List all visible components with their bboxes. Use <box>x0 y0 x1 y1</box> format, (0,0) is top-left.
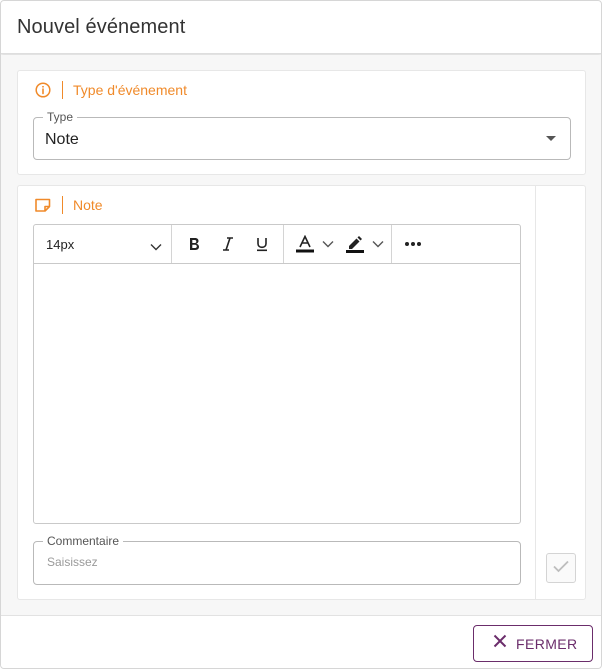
close-icon <box>493 634 507 653</box>
format-group <box>172 225 284 263</box>
type-select[interactable]: Type Note <box>33 110 571 160</box>
font-size-select[interactable]: 14px <box>34 225 172 263</box>
note-section-header: Note <box>34 195 103 215</box>
note-icon <box>34 196 52 214</box>
event-type-card: Type d'événement Type Note <box>17 70 586 175</box>
note-side-panel <box>535 185 586 600</box>
more-options-icon[interactable] <box>401 233 425 255</box>
validate-button[interactable] <box>546 553 576 583</box>
more-group <box>392 225 432 263</box>
dialog-body: Type d'événement Type Note Note 14px Com… <box>1 55 601 615</box>
new-event-dialog: Nouvel événement Type d'événement Type N… <box>0 0 602 669</box>
note-section-label: Note <box>73 197 103 213</box>
comment-field[interactable]: Commentaire Saisissez <box>33 534 521 585</box>
italic-icon[interactable] <box>216 233 240 255</box>
chevron-down-icon[interactable] <box>366 233 390 255</box>
event-type-section-header: Type d'événement <box>34 80 187 100</box>
type-select-value: Note <box>45 131 79 148</box>
font-size-value: 14px <box>46 237 75 252</box>
section-separator <box>62 196 63 214</box>
comment-placeholder: Saisissez <box>47 555 98 569</box>
editor-content-area[interactable] <box>34 264 520 523</box>
dialog-header: Nouvel événement <box>1 1 601 54</box>
section-separator <box>62 81 63 99</box>
dialog-footer: FERMER <box>1 615 601 668</box>
info-icon <box>34 81 52 99</box>
check-icon <box>552 559 570 578</box>
event-type-section-label: Type d'événement <box>73 82 187 98</box>
caret-down-icon[interactable] <box>546 136 556 141</box>
highlight-color-icon[interactable] <box>343 233 367 255</box>
note-card: Note 14px Commentaire Saisissez <box>17 185 536 600</box>
dialog-title: Nouvel événement <box>17 16 186 38</box>
editor-toolbar: 14px <box>34 225 520 264</box>
underline-icon[interactable] <box>250 233 274 255</box>
close-button[interactable]: FERMER <box>473 625 593 662</box>
color-group <box>284 225 392 263</box>
comment-legend: Commentaire <box>43 534 124 548</box>
rich-text-editor: 14px <box>33 224 521 524</box>
type-select-legend: Type <box>43 110 78 124</box>
chevron-down-icon <box>150 238 162 256</box>
bold-icon[interactable] <box>182 233 206 255</box>
chevron-down-icon[interactable] <box>316 233 340 255</box>
close-button-label: FERMER <box>516 635 578 652</box>
text-color-icon[interactable] <box>293 233 317 255</box>
